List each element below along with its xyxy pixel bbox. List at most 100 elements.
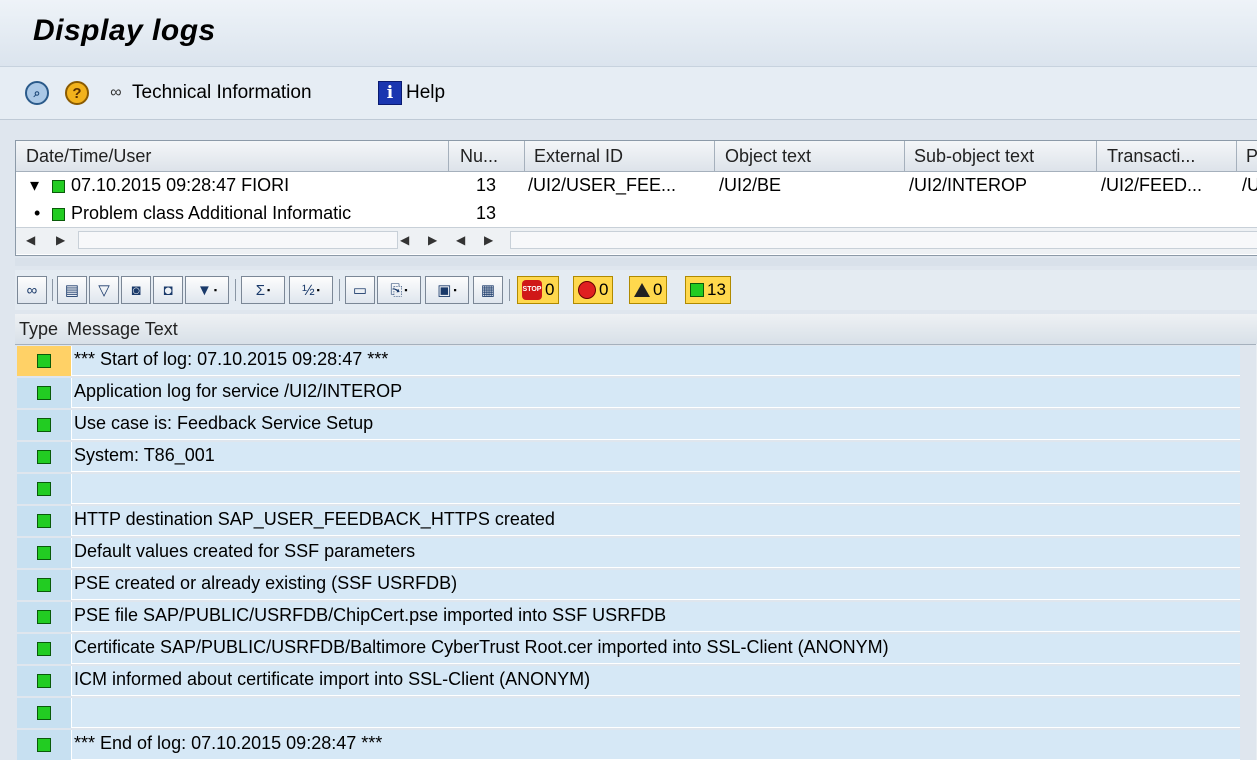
type-cell[interactable] [17,474,72,504]
tree-cell-p: /U [1242,175,1257,195]
message-row[interactable]: Application log for service /UI2/INTEROP [15,376,1257,408]
message-row[interactable] [15,696,1257,728]
warning-count-button[interactable]: 0 [629,276,668,304]
find-button[interactable]: ◙ [121,276,151,304]
details-button[interactable]: ⌕ [25,81,49,105]
message-toolbar: ∞ ▤ ▽ ◙ ◘ ▼ Σ ½ ▭ ⎘ ▣ ▦ STOP0 0 0 13 [15,270,1257,310]
type-cell[interactable] [17,730,72,760]
type-cell[interactable] [17,442,72,472]
search-icon: ⌕ [25,81,49,105]
message-row[interactable] [15,472,1257,504]
type-cell[interactable] [17,634,72,664]
tree-row[interactable]: • Problem class Additional Informatic 13 [16,200,1257,228]
technical-information-button[interactable]: ∞ Technical Information [104,81,311,105]
type-cell[interactable] [17,410,72,440]
scroll-right-icon[interactable]: ▶ [484,233,493,247]
type-cell[interactable] [17,570,72,600]
error-count-button[interactable]: 0 [573,276,614,304]
message-row[interactable]: PSE file SAP/PUBLIC/USRFDB/ChipCert.pse … [15,600,1257,632]
tree-cell-number: 13 [476,203,497,223]
print-preview-button[interactable]: ▭ [345,276,375,304]
sum-icon: Σ [255,281,266,299]
success-icon [37,642,51,656]
message-row[interactable]: Certificate SAP/PUBLIC/USRFDB/Baltimore … [15,632,1257,664]
success-count-button[interactable]: 13 [685,276,731,304]
subtotal-button[interactable]: ½ [289,276,333,304]
message-grid: Type Message Text *** Start of log: 07.1… [15,314,1257,760]
layout-button[interactable]: ▦ [473,276,503,304]
type-cell[interactable] [17,602,72,632]
set-filter-button[interactable]: ▼ [185,276,229,304]
tree-row-label: 07.10.2015 09:28:47 FIORI [52,175,442,196]
column-header-type[interactable]: Type [19,319,58,340]
pane-splitter[interactable] [15,258,1257,266]
subtotal-icon: ½ [302,281,315,299]
message-text: PSE created or already existing (SSF USR… [72,570,1240,600]
help-label: Help [406,82,446,103]
expand-arrow-icon[interactable]: ▾ [30,175,39,196]
sum-button[interactable]: Σ [241,276,285,304]
filter-button[interactable]: ▽ [89,276,119,304]
type-cell[interactable] [17,666,72,696]
scroll-left-icon[interactable]: ◀ [456,233,465,247]
type-cell[interactable] [17,378,72,408]
print-button[interactable]: ▤ [57,276,87,304]
success-icon [37,514,51,528]
help-button[interactable]: i Help [378,81,445,105]
column-header-external-id[interactable]: External ID [534,146,623,167]
message-text: *** End of log: 07.10.2015 09:28:47 *** [72,730,1240,760]
type-cell[interactable] [17,698,72,728]
scroll-right-icon[interactable]: ▶ [56,233,65,247]
type-cell[interactable] [17,538,72,568]
message-text: Application log for service /UI2/INTEROP [72,378,1240,408]
green-status-icon [52,179,65,193]
message-row[interactable]: ICM informed about certificate import in… [15,664,1257,696]
column-header-object-text[interactable]: Object text [725,146,811,167]
horizontal-scrollbar[interactable]: ◀ ▶ ◀ ▶ ◀ ▶ [16,227,1257,254]
spreadsheet-button[interactable]: ▣ [425,276,469,304]
print-preview-icon: ▭ [352,282,368,299]
question-icon: ? [65,81,89,105]
success-icon [37,450,51,464]
scroll-right-icon[interactable]: ▶ [428,233,437,247]
find-next-button[interactable]: ◘ [153,276,183,304]
message-text: *** Start of log: 07.10.2015 09:28:47 **… [72,346,1240,376]
success-icon [37,386,51,400]
column-header-message-text[interactable]: Message Text [67,319,178,340]
message-row[interactable]: System: T86_001 [15,440,1257,472]
message-row[interactable]: Use case is: Feedback Service Setup [15,408,1257,440]
column-header-number[interactable]: Nu... [460,146,498,167]
green-status-icon [52,207,65,221]
scroll-left-icon[interactable]: ◀ [26,233,35,247]
details-button[interactable]: ∞ [17,276,47,304]
binoculars-icon: ◙ [131,281,141,299]
export-button[interactable]: ⎘ [377,276,421,304]
scroll-track[interactable] [78,231,398,249]
success-icon [37,674,51,688]
message-text: System: T86_001 [72,442,1240,472]
message-row[interactable]: *** End of log: 07.10.2015 09:28:47 *** [15,728,1257,760]
find-next-icon: ◘ [163,281,173,299]
type-cell[interactable] [17,506,72,536]
success-icon [37,546,51,560]
warning-icon [634,283,650,297]
type-cell[interactable] [17,346,72,376]
success-icon [37,354,51,368]
column-header-p[interactable]: P [1246,146,1257,167]
message-row[interactable]: *** Start of log: 07.10.2015 09:28:47 **… [15,344,1257,376]
column-header-transaction[interactable]: Transacti... [1107,146,1195,167]
column-header-date-time-user[interactable]: Date/Time/User [26,146,151,167]
success-icon [37,482,51,496]
message-row[interactable]: Default values created for SSF parameter… [15,536,1257,568]
message-grid-header: Type Message Text [15,314,1257,345]
help-question-button[interactable]: ? [65,81,89,105]
scroll-left-icon[interactable]: ◀ [400,233,409,247]
scroll-track[interactable] [510,231,1257,249]
message-row[interactable]: PSE created or already existing (SSF USR… [15,568,1257,600]
column-header-sub-object-text[interactable]: Sub-object text [914,146,1034,167]
glasses-icon: ∞ [110,84,122,101]
tree-cell-sub-object: /UI2/INTEROP [909,175,1028,195]
message-row[interactable]: HTTP destination SAP_USER_FEEDBACK_HTTPS… [15,504,1257,536]
tree-row[interactable]: ▾ 07.10.2015 09:28:47 FIORI 13 /UI2/USER… [16,172,1257,200]
stop-count-button[interactable]: STOP 0 [517,276,560,304]
